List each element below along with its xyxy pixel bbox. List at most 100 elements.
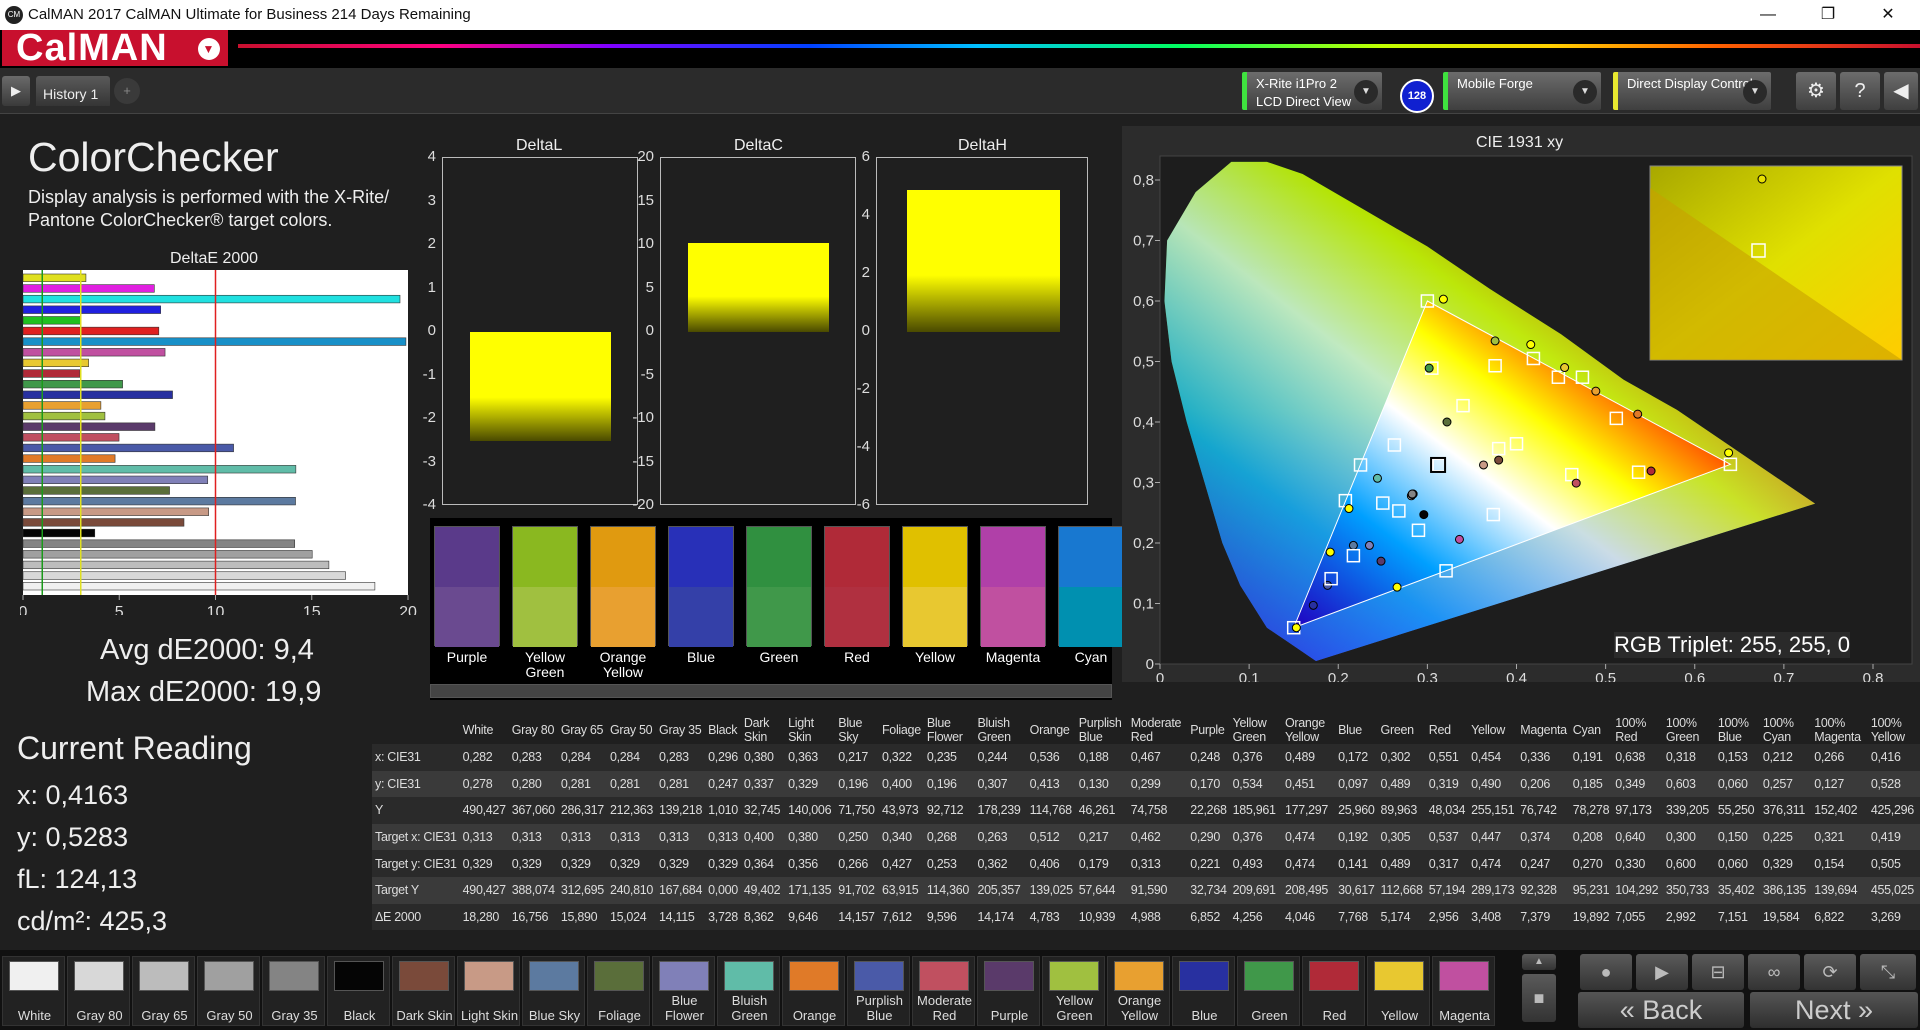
display-selector[interactable]: Direct Display Control ▼ [1613, 72, 1771, 110]
measured-marker [1407, 489, 1417, 499]
patch-button[interactable]: Blue Flower [652, 956, 715, 1026]
table-cell: 0,380 [740, 744, 786, 771]
patch-button[interactable]: Black [327, 956, 390, 1026]
patch-button[interactable]: Purplish Blue [847, 956, 910, 1026]
table-cell: 177,297 [1281, 797, 1336, 824]
table-cell: 0,266 [835, 850, 879, 877]
table-cell: 0,300 [1662, 823, 1715, 851]
next-button[interactable]: Next » [1750, 992, 1918, 1028]
deltae-bar [22, 411, 106, 421]
back-button[interactable]: « Back [1578, 992, 1744, 1028]
table-cell: 0,400 [878, 770, 924, 798]
patch-button[interactable]: Gray 35 [262, 956, 325, 1026]
patch-button[interactable]: Gray 50 [197, 956, 260, 1026]
table-cell: 0,250 [835, 823, 879, 851]
add-tab-button[interactable]: + [114, 78, 140, 104]
table-cell: 0,467 [1127, 744, 1188, 771]
play-icon[interactable]: ▶ [2, 76, 30, 106]
column-header: Moderate Red [1130, 716, 1182, 744]
swatch-label: Orange Yellow [599, 649, 647, 680]
expand-icon[interactable]: ⤡ [1860, 954, 1916, 990]
meter-selector[interactable]: X-Rite i1Pro 2 LCD Direct View ▼ [1242, 72, 1382, 110]
refresh-icon[interactable]: ⟳ [1804, 954, 1856, 990]
play-measure-icon[interactable]: ▶ [1636, 954, 1688, 990]
patch-button[interactable]: Moderate Red [912, 956, 975, 1026]
table-cell: 0,603 [1662, 770, 1715, 798]
patch-button[interactable]: Yellow Green [1042, 956, 1105, 1026]
column-header: Black [708, 723, 738, 737]
patch-button[interactable]: Orange Yellow [1107, 956, 1170, 1026]
table-cell: 205,357 [974, 876, 1027, 904]
table-cell: 0,329 [459, 850, 509, 877]
table-cell: 30,617 [1335, 876, 1378, 904]
table-row: Target x: CIE31 0,313 0,313 0,313 0,313 0,313… [372, 823, 1920, 851]
measured-color [435, 527, 499, 587]
stop-measure-icon[interactable]: ● [1580, 954, 1632, 990]
table-cell: 185,961 [1229, 797, 1282, 824]
y-tick-label: -3 [422, 452, 436, 470]
table-cell: 91,702 [835, 876, 879, 904]
table-cell: 63,915 [878, 876, 924, 904]
measured-marker [1494, 455, 1504, 465]
patch-button[interactable]: Blue Sky [522, 956, 585, 1026]
y-tick-label: -1 [422, 365, 436, 383]
patch-button[interactable]: Light Skin [457, 956, 520, 1026]
table-cell: 0,638 [1612, 744, 1663, 771]
table-cell: 0,427 [878, 850, 924, 877]
source-selector[interactable]: Mobile Forge ▼ [1443, 72, 1601, 110]
table-cell: 0,217 [1075, 823, 1128, 851]
table-cell: 376,311 [1759, 797, 1812, 824]
deltae-bar [22, 369, 81, 378]
gear-icon[interactable]: ⚙ [1796, 72, 1836, 110]
loop-icon[interactable]: ∞ [1748, 954, 1800, 990]
table-cell: 208,495 [1281, 876, 1336, 904]
minimize-button[interactable]: — [1738, 0, 1798, 30]
table-cell: 15,890 [557, 903, 607, 931]
patch-label: Gray 80 [76, 1008, 123, 1023]
read-series-icon[interactable]: ⊟ [1692, 954, 1744, 990]
patch-button[interactable]: Green [1237, 956, 1300, 1026]
table-cell: 0,247 [1517, 850, 1570, 877]
swatch-scrollbar[interactable] [430, 684, 1112, 698]
window-titlebar: CM CalMAN 2017 CalMAN Ultimate for Busin… [0, 0, 1920, 30]
table-cell: 367,060 [508, 797, 558, 824]
patch-button[interactable]: White [2, 956, 65, 1026]
delta-bar [470, 332, 611, 441]
patch-button[interactable]: Gray 65 [132, 956, 195, 1026]
patch-button[interactable]: Gray 80 [67, 956, 130, 1026]
restore-button[interactable]: ❐ [1798, 0, 1858, 30]
patch-button[interactable]: Magenta [1432, 956, 1495, 1026]
calman-logo-menu[interactable]: CalMAN ▼ [2, 29, 228, 67]
patch-button[interactable]: Red [1302, 956, 1365, 1026]
patch-button[interactable]: Yellow [1367, 956, 1430, 1026]
patch-button[interactable]: Dark Skin [392, 956, 455, 1026]
patch-button[interactable]: Foliage [587, 956, 650, 1026]
patch-color [594, 961, 644, 991]
help-icon[interactable]: ? [1840, 72, 1880, 110]
scroll-up-icon[interactable]: ▲ [1522, 954, 1556, 970]
table-cell: 139,218 [656, 797, 706, 824]
patch-button[interactable]: Bluish Green [717, 956, 780, 1026]
column-header: Blue Flower [926, 716, 963, 744]
table-row: Target Y 490,427 388,074 312,695 240,810 167,… [372, 876, 1920, 904]
column-header: Light Skin [788, 716, 814, 744]
measured-marker [1291, 623, 1301, 633]
stop-icon[interactable]: ■ [1522, 974, 1556, 1022]
collapse-left-icon[interactable]: ◀ [1884, 72, 1918, 110]
y-tick-label: 0 [861, 322, 870, 339]
close-button[interactable]: ✕ [1858, 0, 1918, 30]
target-color [747, 587, 811, 647]
table-cell: 22,268 [1187, 797, 1230, 824]
table-cell: 19,892 [1569, 903, 1613, 931]
meter-badge[interactable]: 128 [1400, 79, 1434, 113]
patch-button[interactable]: Blue [1172, 956, 1235, 1026]
patch-label: Orange [792, 1008, 837, 1023]
tab-history-1[interactable]: History 1 [36, 76, 110, 106]
patch-button[interactable]: Purple [977, 956, 1040, 1026]
table-cell: 0,270 [1569, 850, 1613, 877]
patch-button[interactable]: Orange [782, 956, 845, 1026]
y-tick-label: 20 [637, 148, 654, 165]
table-cell: 0,268 [923, 823, 975, 851]
table-cell: 0,060 [1714, 850, 1760, 877]
row-header: Y [372, 797, 460, 824]
